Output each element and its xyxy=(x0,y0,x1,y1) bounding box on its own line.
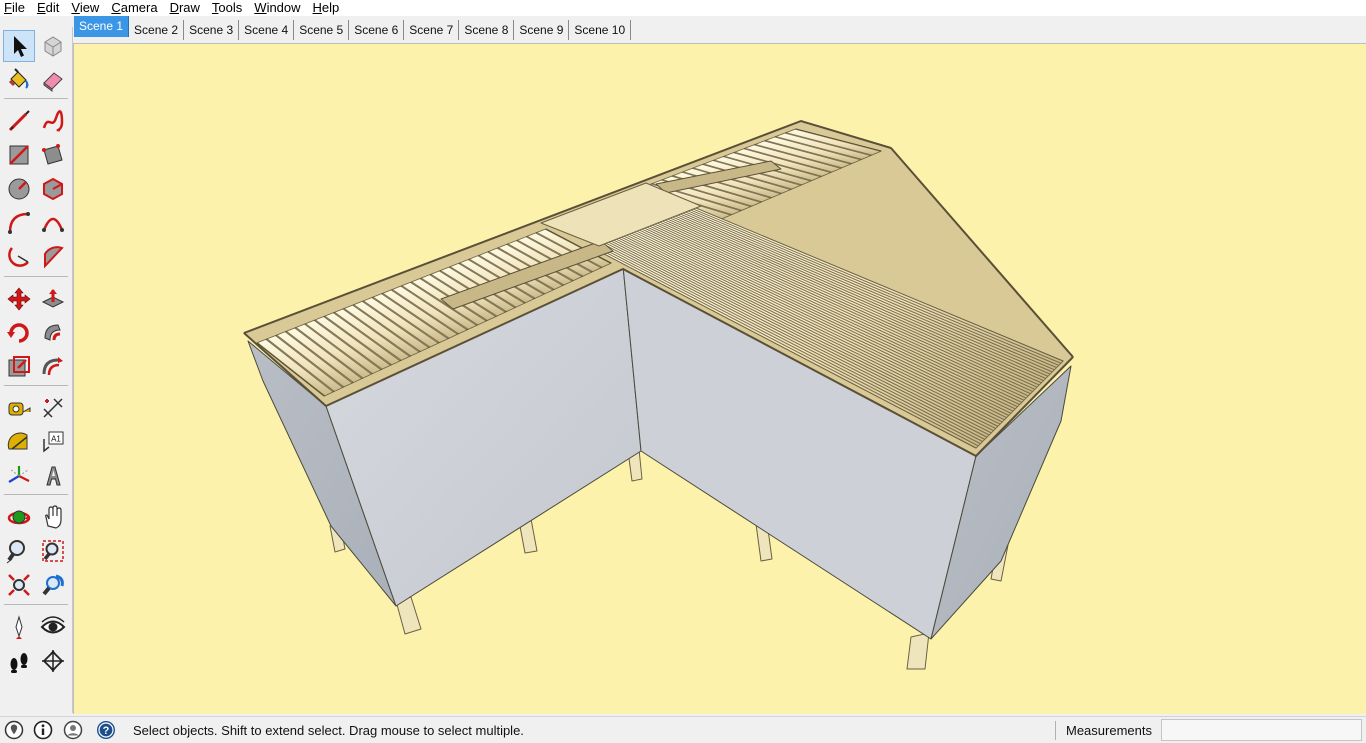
menu-view[interactable]: View xyxy=(67,0,103,16)
paint-bucket-icon[interactable] xyxy=(4,65,34,95)
arc-icon[interactable] xyxy=(4,208,34,238)
follow-me-icon[interactable] xyxy=(38,318,68,348)
credits-icon[interactable] xyxy=(33,720,53,740)
account-icon[interactable] xyxy=(63,720,83,740)
geo-location-icon[interactable] xyxy=(4,720,24,740)
status-bar: ? Select objects. Shift to extend select… xyxy=(0,716,1366,743)
zoom-icon[interactable] xyxy=(4,536,34,566)
scene-tab-3[interactable]: Scene 3 xyxy=(184,20,240,40)
conveyor-model[interactable] xyxy=(74,44,1366,714)
axes-icon[interactable] xyxy=(4,461,34,491)
previous-view-icon[interactable] xyxy=(38,570,68,600)
scene-tab-9[interactable]: Scene 9 xyxy=(514,20,570,40)
two-point-arc-icon[interactable] xyxy=(38,208,68,238)
scene-tab-8[interactable]: Scene 8 xyxy=(459,20,515,40)
three-point-arc-icon[interactable] xyxy=(4,242,34,272)
eraser-icon[interactable] xyxy=(38,65,68,95)
toolbar-separator xyxy=(4,276,68,277)
scale-icon[interactable] xyxy=(4,352,34,382)
offset-icon[interactable] xyxy=(38,352,68,382)
measurements-field[interactable] xyxy=(1161,719,1362,741)
menu-edit[interactable]: Edit xyxy=(33,0,63,16)
polygon-icon[interactable] xyxy=(38,174,68,204)
pan-icon[interactable] xyxy=(38,502,68,532)
measurements-label: Measurements xyxy=(1066,723,1152,738)
scene-tab-4[interactable]: Scene 4 xyxy=(239,20,295,40)
zoom-window-icon[interactable] xyxy=(38,536,68,566)
scene-tab-2[interactable]: Scene 2 xyxy=(129,20,185,40)
status-message: Select objects. Shift to extend select. … xyxy=(133,723,524,738)
toolbar-separator xyxy=(4,385,68,386)
menu-window[interactable]: Window xyxy=(250,0,304,16)
walk-icon[interactable] xyxy=(4,646,34,676)
3d-text-icon[interactable] xyxy=(38,461,68,491)
orbit-icon[interactable] xyxy=(4,502,34,532)
freehand-icon[interactable] xyxy=(38,106,68,136)
scene-tab-10[interactable]: Scene 10 xyxy=(569,20,632,40)
scene-tab-5[interactable]: Scene 5 xyxy=(294,20,350,40)
zoom-extents-icon[interactable] xyxy=(4,570,34,600)
menu-bar: File Edit View Camera Draw Tools Window Help xyxy=(0,0,1366,16)
model-viewport[interactable] xyxy=(73,43,1366,714)
scene-tab-1[interactable]: Scene 1 xyxy=(74,16,130,37)
toolbar-separator xyxy=(4,98,68,99)
help-icon[interactable]: ? xyxy=(96,720,116,740)
move-icon[interactable] xyxy=(4,284,34,314)
rotate-icon[interactable] xyxy=(4,318,34,348)
leg xyxy=(906,632,930,670)
scene-tab-6[interactable]: Scene 6 xyxy=(349,20,405,40)
look-around-icon[interactable] xyxy=(38,612,68,642)
menu-tools[interactable]: Tools xyxy=(208,0,246,16)
protractor-icon[interactable] xyxy=(4,427,34,457)
menu-camera[interactable]: Camera xyxy=(107,0,161,16)
menu-help[interactable]: Help xyxy=(309,0,344,16)
toolbar-separator xyxy=(4,494,68,495)
tape-measure-icon[interactable] xyxy=(4,393,34,423)
large-tool-set: A1 xyxy=(0,27,73,713)
pie-icon[interactable] xyxy=(38,242,68,272)
text-icon[interactable]: A1 xyxy=(38,427,68,457)
divider xyxy=(1055,721,1056,740)
circle-icon[interactable] xyxy=(4,174,34,204)
scene-tab-7[interactable]: Scene 7 xyxy=(404,20,460,40)
toolbar-separator xyxy=(4,604,68,605)
scene-tabs: Scene 1 Scene 2 Scene 3 Scene 4 Scene 5 Scene… xyxy=(74,16,632,40)
menu-file[interactable]: File xyxy=(0,0,29,16)
rectangle-icon[interactable] xyxy=(4,140,34,170)
svg-text:A1: A1 xyxy=(51,435,61,444)
sketchup-window: File Edit View Camera Draw Tools Window Help Sc… xyxy=(0,0,1366,743)
position-camera-icon[interactable] xyxy=(4,612,34,642)
section-plane-icon[interactable] xyxy=(38,646,68,676)
line-icon[interactable] xyxy=(4,106,34,136)
select-icon[interactable] xyxy=(3,30,35,62)
make-component-icon[interactable] xyxy=(38,31,68,61)
menu-draw[interactable]: Draw xyxy=(166,0,204,16)
rotated-rectangle-icon[interactable] xyxy=(38,140,68,170)
push-pull-icon[interactable] xyxy=(38,284,68,314)
svg-text:?: ? xyxy=(103,725,110,737)
dimension-icon[interactable] xyxy=(38,393,68,423)
